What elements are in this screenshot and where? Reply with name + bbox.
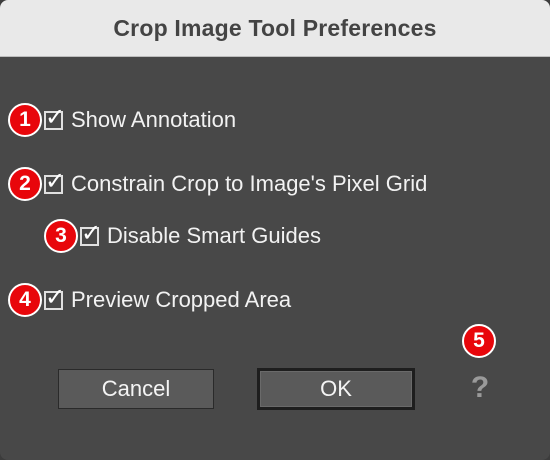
callout-badge-4: 4 (8, 283, 42, 317)
constrain-crop-checkbox[interactable]: ✓ (44, 169, 65, 194)
option-disable-smart-guides-row: 3 ✓ Disable Smart Guides (44, 218, 321, 254)
callout-badge-3: 3 (44, 219, 78, 253)
show-annotation-checkbox[interactable]: ✓ (44, 105, 65, 130)
checkmark-icon: ✓ (45, 282, 66, 311)
disable-smart-guides-label[interactable]: Disable Smart Guides (107, 223, 321, 249)
dialog-title: Crop Image Tool Preferences (113, 14, 437, 41)
checkmark-icon: ✓ (45, 102, 66, 131)
option-show-annotation-row: 1 ✓ Show Annotation (8, 102, 236, 138)
preview-cropped-area-label[interactable]: Preview Cropped Area (71, 287, 291, 313)
callout-badge-2: 2 (8, 167, 42, 201)
preview-cropped-area-checkbox[interactable]: ✓ (44, 285, 65, 310)
ok-button[interactable]: OK (257, 368, 415, 410)
callout-badge-1: 1 (8, 103, 42, 137)
title-bar[interactable]: Crop Image Tool Preferences (0, 0, 550, 57)
option-constrain-crop-row: 2 ✓ Constrain Crop to Image's Pixel Grid (8, 166, 427, 202)
cancel-button[interactable]: Cancel (58, 369, 214, 409)
callout-badge-5: 5 (462, 324, 496, 358)
option-preview-cropped-area-row: 4 ✓ Preview Cropped Area (8, 282, 291, 318)
disable-smart-guides-checkbox[interactable]: ✓ (80, 221, 101, 246)
checkmark-icon: ✓ (45, 166, 66, 195)
help-icon[interactable]: ? (468, 371, 492, 404)
preferences-dialog: Crop Image Tool Preferences 1 ✓ Show Ann… (0, 0, 550, 460)
constrain-crop-label[interactable]: Constrain Crop to Image's Pixel Grid (71, 171, 427, 197)
checkmark-icon: ✓ (81, 218, 102, 247)
show-annotation-label[interactable]: Show Annotation (71, 107, 236, 133)
